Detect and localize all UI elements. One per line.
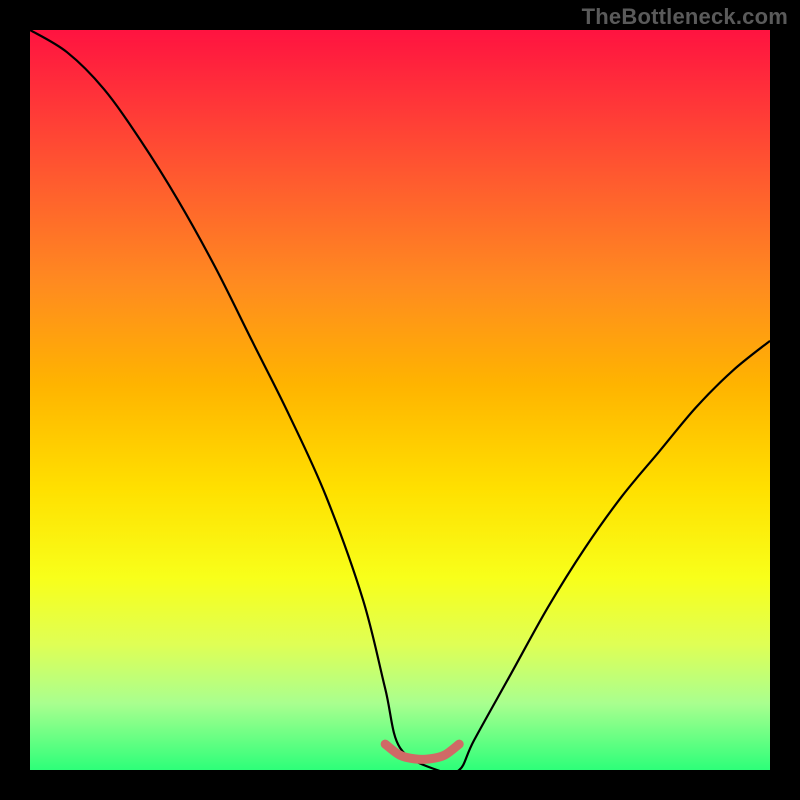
curve-layer: [30, 30, 770, 770]
optimal-region-marker: [385, 744, 459, 759]
watermark-text: TheBottleneck.com: [582, 4, 788, 30]
plot-area: [30, 30, 770, 770]
bottleneck-curve: [30, 30, 770, 770]
chart-frame: TheBottleneck.com: [0, 0, 800, 800]
